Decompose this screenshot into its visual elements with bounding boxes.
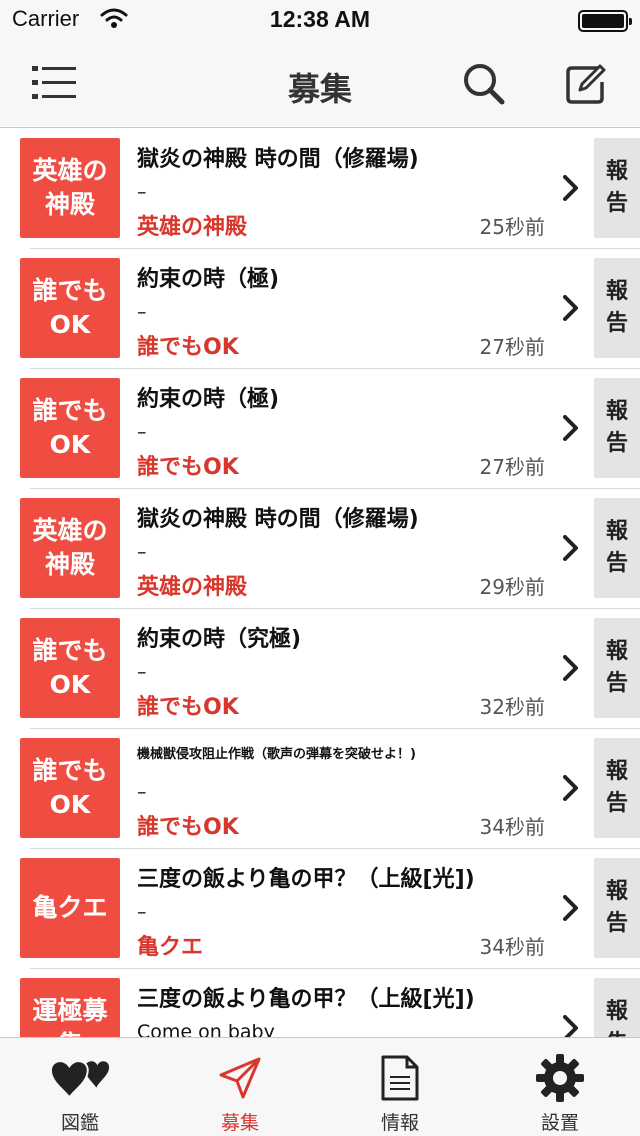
- recruit-comment: –: [137, 181, 147, 203]
- list-item[interactable]: 誰でも OK 約束の時（極) – 誰でもOK 27秒前 報 告: [0, 249, 640, 369]
- elapsed-time: 32秒前: [479, 695, 545, 719]
- tab-settings[interactable]: 設置: [480, 1038, 640, 1136]
- report-button[interactable]: 報 告: [594, 978, 640, 1037]
- recruit-comment: –: [137, 781, 147, 803]
- quest-title: 三度の飯より亀の甲？（上級[光]): [137, 867, 475, 892]
- gear-icon: [536, 1054, 584, 1102]
- tab-information[interactable]: 情報: [320, 1038, 480, 1136]
- quest-title: 約束の時（極): [137, 387, 280, 412]
- list-item[interactable]: 運極募 集 三度の飯より亀の甲？（上級[光]) Come on baby 報 告: [0, 969, 640, 1037]
- quest-title: 約束の時（究極): [137, 627, 302, 652]
- chevron-right-icon[interactable]: [560, 413, 582, 443]
- list-item[interactable]: 英雄の 神殿 獄炎の神殿 時の間（修羅場) – 英雄の神殿 29秒前 報 告: [0, 489, 640, 609]
- recruitment-list[interactable]: 英雄の 神殿 獄炎の神殿 時の間（修羅場) – 英雄の神殿 25秒前 報 告 誰…: [0, 129, 640, 1037]
- chevron-right-icon[interactable]: [560, 893, 582, 923]
- report-button[interactable]: 報 告: [594, 498, 640, 598]
- send-icon: [219, 1057, 261, 1099]
- status-bar: Carrier 12:38 AM: [0, 0, 640, 40]
- compose-button[interactable]: [562, 60, 610, 108]
- recruit-comment: –: [137, 301, 147, 323]
- category-label: 誰でもOK: [137, 335, 239, 360]
- category-badge: 誰でも OK: [20, 738, 120, 838]
- tab-bar: 図鑑 募集 情報 設置: [0, 1037, 640, 1136]
- category-badge: 誰でも OK: [20, 258, 120, 358]
- quest-title: 獄炎の神殿 時の間（修羅場): [137, 507, 419, 532]
- chevron-right-icon[interactable]: [560, 173, 582, 203]
- elapsed-time: 34秒前: [479, 935, 545, 959]
- elapsed-time: 27秒前: [479, 455, 545, 479]
- category-badge: 英雄の 神殿: [20, 138, 120, 238]
- list-item[interactable]: 誰でも OK 機械獣侵攻阻止作戦（歌声の弾幕を突破せよ！) – 誰でもOK 34…: [0, 729, 640, 849]
- category-label: 誰でもOK: [137, 455, 239, 480]
- category-badge: 運極募 集: [20, 978, 120, 1037]
- chevron-right-icon[interactable]: [560, 1013, 582, 1037]
- category-label: 英雄の神殿: [137, 215, 248, 240]
- tab-encyclopedia[interactable]: 図鑑: [0, 1038, 160, 1136]
- report-button[interactable]: 報 告: [594, 618, 640, 718]
- search-button[interactable]: [460, 60, 508, 108]
- category-badge: 英雄の 神殿: [20, 498, 120, 598]
- document-icon: [381, 1055, 419, 1101]
- category-label: 英雄の神殿: [137, 575, 248, 600]
- list-item[interactable]: 誰でも OK 約束の時（究極) – 誰でもOK 32秒前 報 告: [0, 609, 640, 729]
- list-item[interactable]: 英雄の 神殿 獄炎の神殿 時の間（修羅場) – 英雄の神殿 25秒前 報 告: [0, 129, 640, 249]
- quest-title: 機械獣侵攻阻止作戦（歌声の弾幕を突破せよ！): [137, 747, 416, 762]
- report-button[interactable]: 報 告: [594, 258, 640, 358]
- quest-title: 約束の時（極): [137, 267, 280, 292]
- tab-label: 募集: [220, 1112, 259, 1134]
- tab-label: 図鑑: [60, 1112, 99, 1134]
- recruit-comment: –: [137, 661, 147, 683]
- tab-recruitment[interactable]: 募集: [160, 1038, 320, 1136]
- tab-label: 設置: [540, 1112, 579, 1134]
- list-item[interactable]: 亀クエ 三度の飯より亀の甲？（上級[光]) – 亀クエ 34秒前 報 告: [0, 849, 640, 969]
- category-label: 誰でもOK: [137, 695, 239, 720]
- report-button[interactable]: 報 告: [594, 378, 640, 478]
- status-time: 12:38 AM: [269, 6, 371, 32]
- chevron-right-icon[interactable]: [560, 653, 582, 683]
- quest-title: 獄炎の神殿 時の間（修羅場): [137, 147, 419, 172]
- recruit-comment: –: [137, 541, 147, 563]
- page-title: 募集: [287, 70, 352, 108]
- elapsed-time: 34秒前: [479, 815, 545, 839]
- list-item[interactable]: 誰でも OK 約束の時（極) – 誰でもOK 27秒前 報 告: [0, 369, 640, 489]
- navigation-bar: 募集: [0, 40, 640, 128]
- tab-label: 情報: [380, 1112, 419, 1134]
- chevron-right-icon[interactable]: [560, 293, 582, 323]
- report-button[interactable]: 報 告: [594, 138, 640, 238]
- chevron-right-icon[interactable]: [560, 773, 582, 803]
- category-badge: 亀クエ: [20, 858, 120, 958]
- category-badge: 誰でも OK: [20, 618, 120, 718]
- elapsed-time: 25秒前: [479, 215, 545, 239]
- category-label: 誰でもOK: [137, 815, 239, 840]
- compose-icon: [566, 64, 606, 104]
- elapsed-time: 29秒前: [479, 575, 545, 599]
- report-button[interactable]: 報 告: [594, 738, 640, 838]
- recruit-comment: –: [137, 421, 147, 443]
- category-label: 亀クエ: [137, 935, 204, 960]
- recruit-comment: –: [137, 901, 147, 923]
- report-button[interactable]: 報 告: [594, 858, 640, 958]
- elapsed-time: 27秒前: [479, 335, 545, 359]
- category-badge: 誰でも OK: [20, 378, 120, 478]
- search-icon: [464, 64, 505, 105]
- battery-icon: [578, 10, 632, 32]
- chevron-right-icon[interactable]: [560, 533, 582, 563]
- recruit-comment: Come on baby: [137, 1021, 275, 1037]
- hearts-icon: [50, 1060, 110, 1099]
- quest-title: 三度の飯より亀の甲？（上級[光]): [137, 987, 475, 1012]
